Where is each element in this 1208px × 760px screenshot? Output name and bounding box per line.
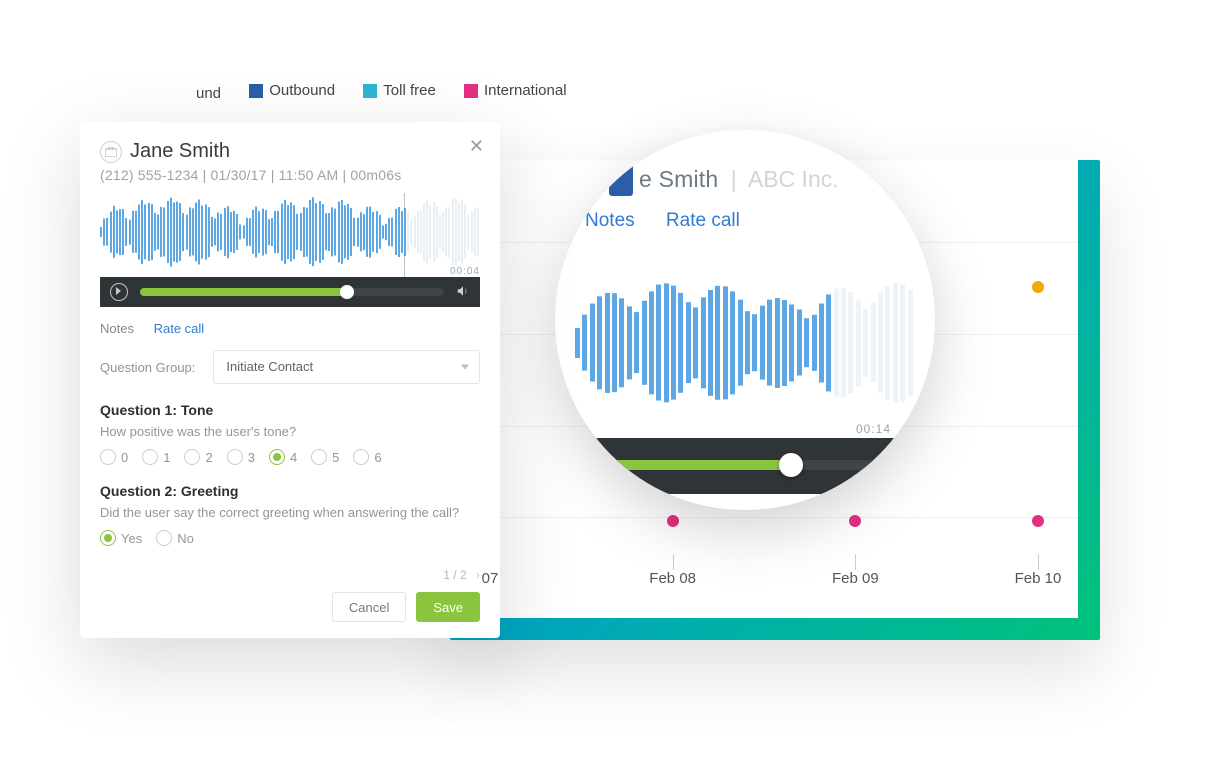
question-group-label: Question Group: <box>100 360 195 375</box>
option-label: 4 <box>290 450 297 465</box>
question-2-options: Yes No <box>100 530 480 546</box>
audio-player <box>100 277 480 307</box>
question-2: Question 2: Greeting Did the user say th… <box>100 483 480 546</box>
legend-swatch-international <box>464 84 478 98</box>
player-progress <box>140 288 347 296</box>
zoom-tab-handle <box>609 164 633 196</box>
separator: | <box>731 166 737 192</box>
call-preview-zoom: e Smith | ABC Inc. Notes Rate call 00:14 <box>555 130 935 510</box>
chart-point[interactable] <box>667 515 679 527</box>
question-title: Question 2: Greeting <box>100 483 480 499</box>
contact-name: Jane Smith <box>130 140 230 163</box>
radio-icon <box>311 449 327 465</box>
call-meta-line: (212) 555-1234 | 01/30/17 | 11:50 AM | 0… <box>100 167 480 183</box>
radio-icon <box>100 449 116 465</box>
option-label: Yes <box>121 531 142 546</box>
option-2[interactable]: 2 <box>184 449 212 465</box>
option-0[interactable]: 0 <box>100 449 128 465</box>
option-label: 3 <box>248 450 255 465</box>
cancel-button[interactable]: Cancel <box>332 592 406 622</box>
zoom-playhead-time: 00:14 <box>856 422 891 436</box>
option-label: 1 <box>163 450 170 465</box>
close-icon[interactable]: ✕ <box>469 136 484 157</box>
radio-icon <box>227 449 243 465</box>
volume-icon[interactable] <box>456 284 470 301</box>
radio-icon <box>353 449 369 465</box>
playhead-time: 00:04 <box>450 266 480 277</box>
zoom-tabs: Notes Rate call <box>585 210 766 232</box>
option-no[interactable]: No <box>156 530 194 546</box>
card-tabs: Notes Rate call <box>100 321 480 336</box>
option-yes[interactable]: Yes <box>100 530 142 546</box>
option-1[interactable]: 1 <box>142 449 170 465</box>
question-title: Question 1: Tone <box>100 402 480 418</box>
x-axis-label: Feb 10 <box>1015 570 1062 587</box>
question-group-select[interactable]: Initiate Contact <box>213 350 480 384</box>
radio-icon <box>100 530 116 546</box>
call-type-legend: und Outbound Toll free International <box>196 82 591 102</box>
tab-notes[interactable]: Notes <box>100 321 134 336</box>
play-icon[interactable] <box>110 283 128 301</box>
zoom-player-progress <box>579 460 791 470</box>
option-label: 5 <box>332 450 339 465</box>
question-1: Question 1: Tone How positive was the us… <box>100 402 480 465</box>
zoom-player-thumb[interactable] <box>779 453 803 477</box>
chart-point[interactable] <box>1032 281 1044 293</box>
radio-icon <box>269 449 285 465</box>
question-group-value: Initiate Contact <box>226 359 313 374</box>
question-prompt: Did the user say the correct greeting wh… <box>100 505 480 520</box>
chart-point[interactable] <box>1032 515 1044 527</box>
zoom-tab-rate[interactable]: Rate call <box>666 210 740 231</box>
option-label: 6 <box>374 450 381 465</box>
pager: 1 / 2 › <box>100 568 480 582</box>
legend-swatch-outbound <box>249 84 263 98</box>
x-axis-label: Feb 09 <box>832 570 879 587</box>
option-label: 2 <box>205 450 212 465</box>
question-prompt: How positive was the user's tone? <box>100 424 480 439</box>
chevron-right-icon[interactable]: › <box>476 568 480 582</box>
option-5[interactable]: 5 <box>311 449 339 465</box>
legend-item-inbound-fragment: und <box>196 85 221 102</box>
option-4[interactable]: 4 <box>269 449 297 465</box>
zoom-header: e Smith | ABC Inc. <box>639 166 839 193</box>
radio-icon <box>142 449 158 465</box>
option-label: 0 <box>121 450 128 465</box>
legend-label: International <box>484 82 567 99</box>
briefcase-icon <box>100 141 122 163</box>
chart-point[interactable] <box>849 515 861 527</box>
option-label: No <box>177 531 194 546</box>
legend-item-outbound: Outbound <box>249 82 335 99</box>
card-waveform: 00:04 <box>100 187 480 277</box>
save-button[interactable]: Save <box>416 592 480 622</box>
tab-rate-call[interactable]: Rate call <box>154 321 205 336</box>
zoom-contact-org: ABC Inc. <box>748 166 839 192</box>
call-rating-card: ✕ Jane Smith (212) 555-1234 | 01/30/17 |… <box>80 122 500 638</box>
player-track[interactable] <box>140 288 444 296</box>
legend-swatch-tollfree <box>363 84 377 98</box>
zoom-player <box>555 438 935 494</box>
zoom-contact-name: e Smith <box>639 166 718 192</box>
pager-text: 1 / 2 <box>443 568 466 582</box>
zoom-waveform <box>555 265 935 420</box>
legend-label: Outbound <box>269 82 335 99</box>
player-thumb[interactable] <box>340 285 354 299</box>
radio-icon <box>156 530 172 546</box>
legend-label: Toll free <box>383 82 436 99</box>
legend-item-international: International <box>464 82 567 99</box>
zoom-player-track[interactable] <box>579 460 911 470</box>
radio-icon <box>184 449 200 465</box>
option-6[interactable]: 6 <box>353 449 381 465</box>
legend-item-tollfree: Toll free <box>363 82 436 99</box>
x-axis-label: 07 <box>482 570 499 587</box>
x-axis-label: Feb 08 <box>649 570 696 587</box>
question-1-options: 0 1 2 3 4 5 6 <box>100 449 480 465</box>
legend-label: und <box>196 85 221 102</box>
zoom-tab-notes[interactable]: Notes <box>585 210 635 231</box>
option-3[interactable]: 3 <box>227 449 255 465</box>
